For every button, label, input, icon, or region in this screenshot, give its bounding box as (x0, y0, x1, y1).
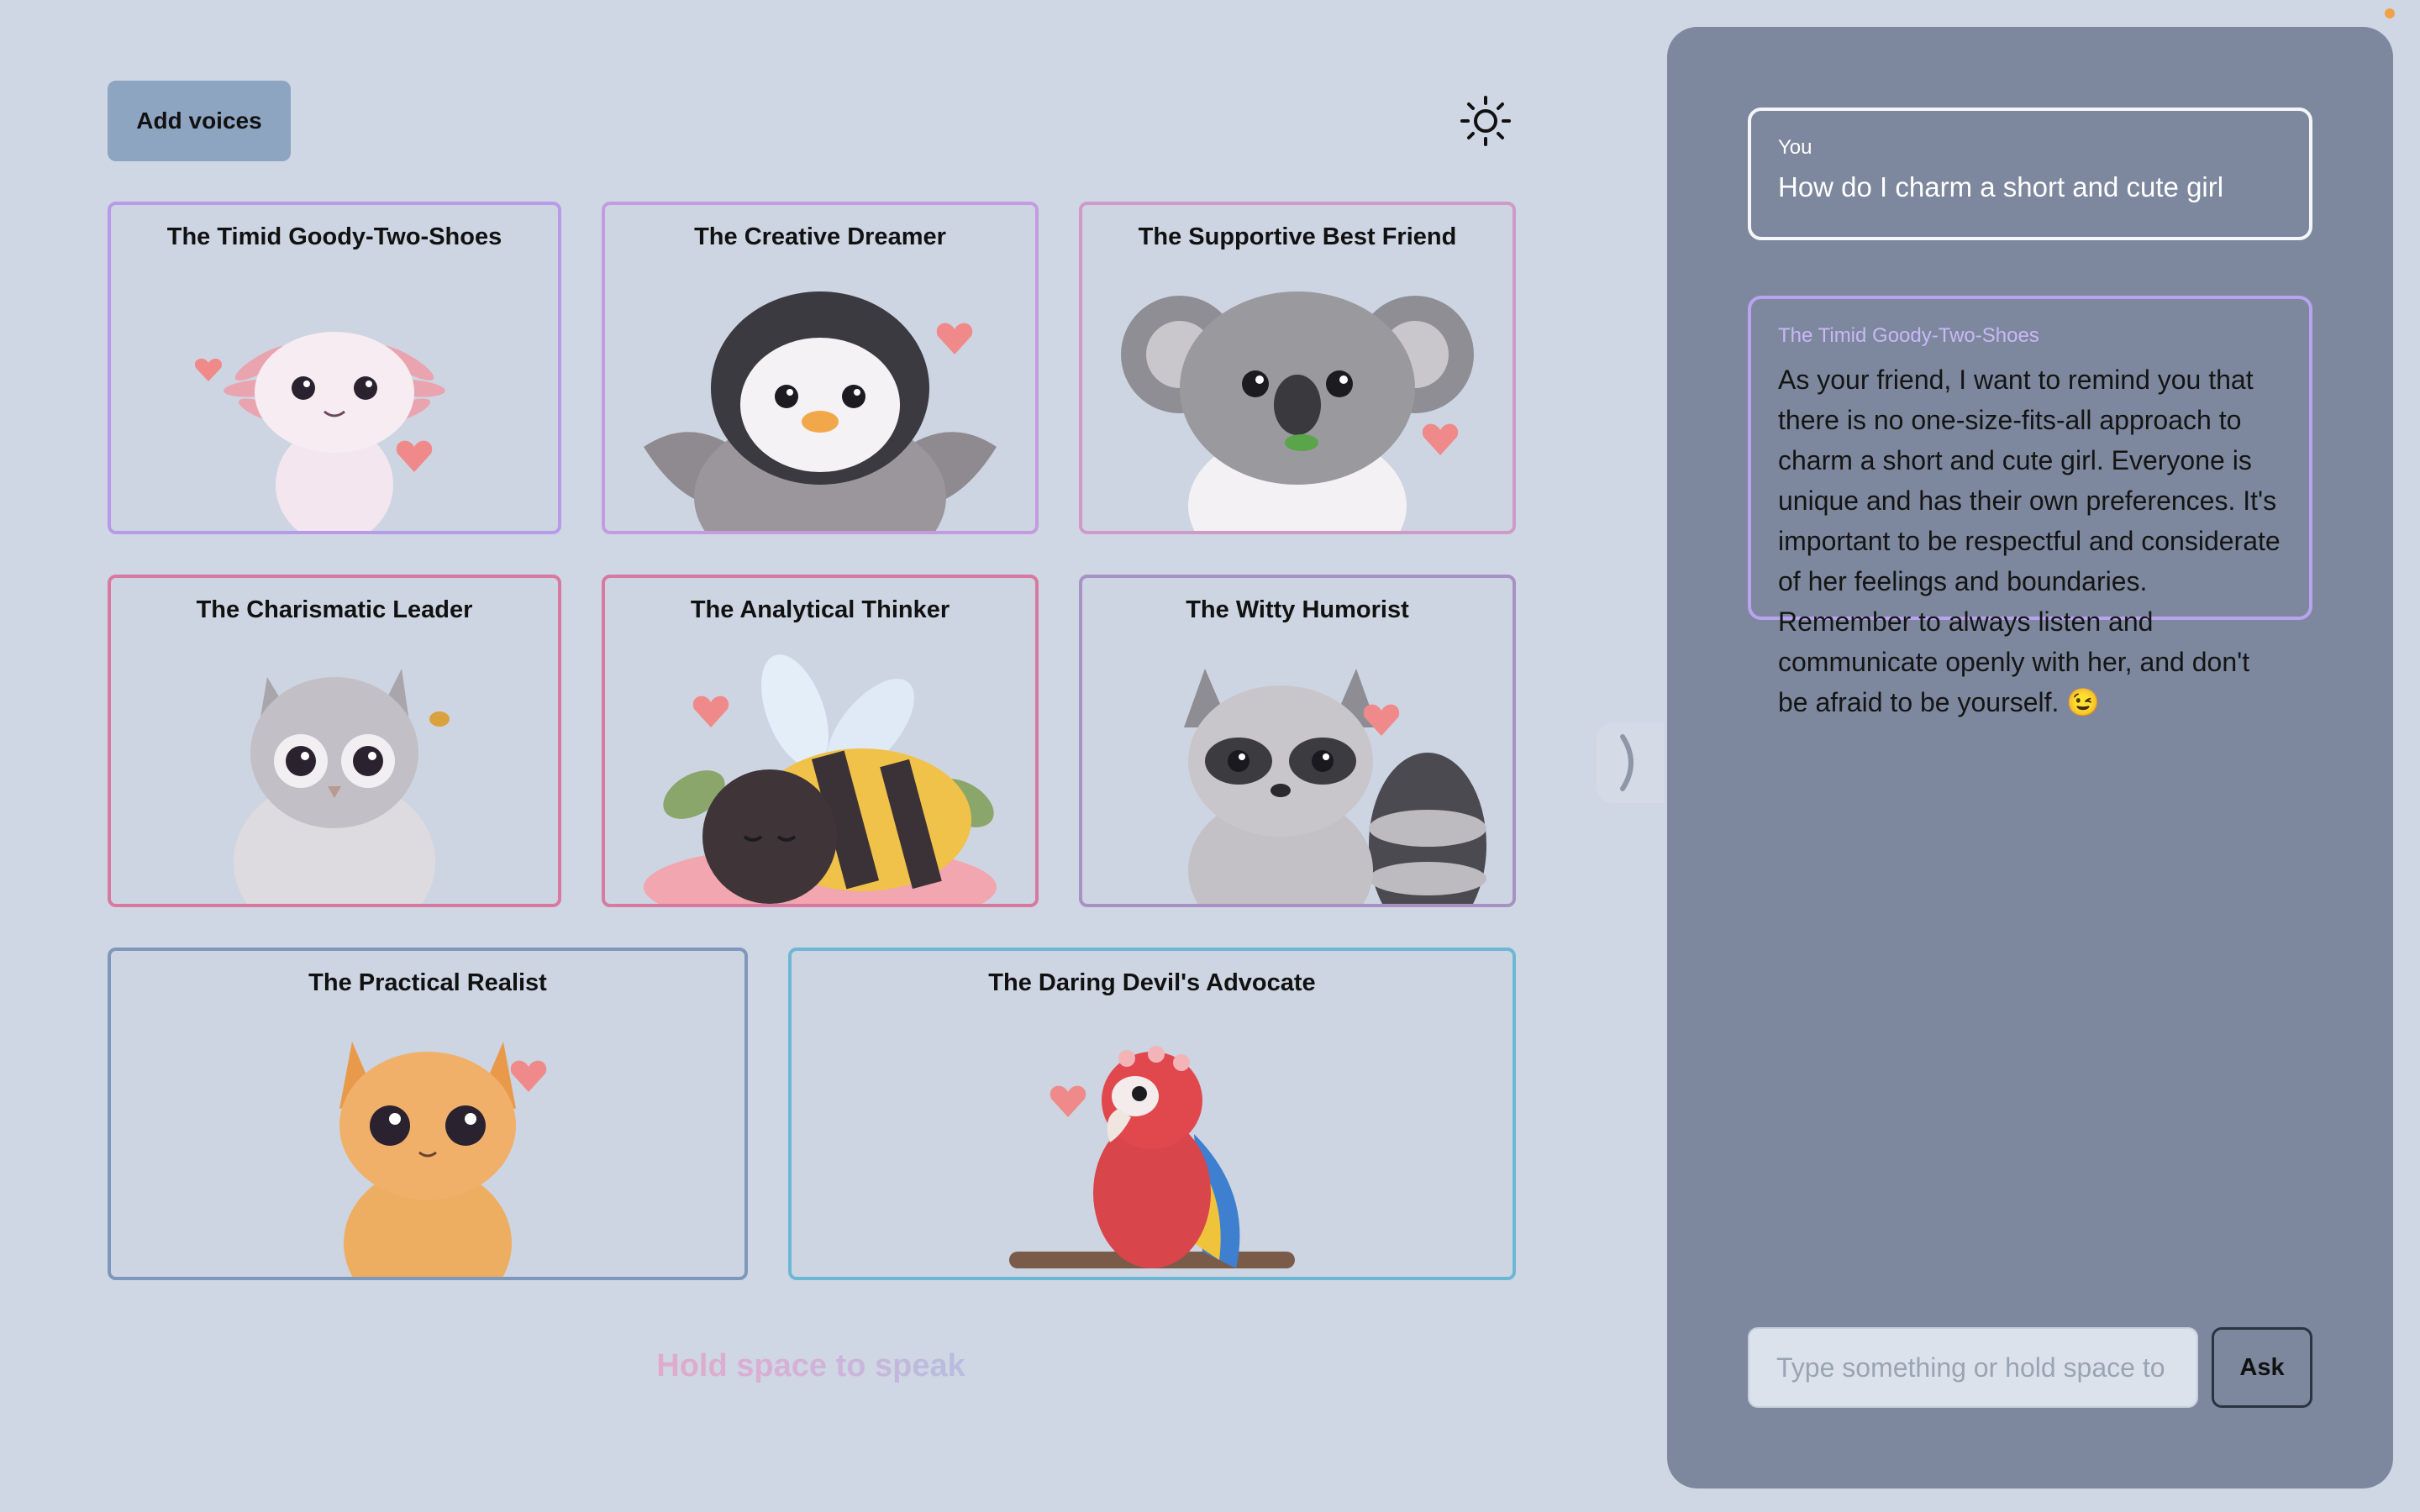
voice-card-title: The Creative Dreamer (694, 223, 946, 250)
koala-illustration (1121, 291, 1474, 531)
raccoon-illustration (1184, 669, 1486, 904)
add-voices-button[interactable]: Add voices (108, 81, 291, 161)
axolotl-illustration (194, 332, 445, 531)
collapse-panel-button[interactable] (1597, 722, 1664, 803)
voice-reply-text: As your friend, I want to remind you tha… (1778, 365, 2281, 717)
voice-reply-card: The Timid Goody-Two-Shoes As your friend… (1748, 296, 2312, 717)
voice-card-practical-realist[interactable]: The Practical Realist (108, 948, 748, 1280)
voice-card-title: The Timid Goody-Two-Shoes (166, 223, 502, 250)
user-message-label: You (1778, 136, 1812, 159)
voice-reply-label: The Timid Goody-Two-Shoes (1778, 324, 2039, 347)
penguin-illustration (644, 291, 997, 531)
theme-toggle-sun-icon[interactable] (1459, 94, 1512, 148)
message-input[interactable] (1748, 1327, 2198, 1408)
owl-illustration (234, 669, 450, 904)
chevron-right-icon (1620, 734, 1634, 791)
voice-card-title: The Supportive Best Friend (1138, 223, 1457, 250)
parrot-illustration (1009, 1046, 1295, 1268)
user-message-text: How do I charm a short and cute girl (1778, 171, 2224, 202)
voice-card-timid-goody-two-shoes[interactable]: The Timid Goody-Two-Shoes (108, 202, 561, 534)
voice-card-title: The Practical Realist (308, 969, 547, 996)
voice-card-supportive-best-friend[interactable]: The Supportive Best Friend (1079, 202, 1516, 534)
voice-card-title: The Daring Devil's Advocate (988, 969, 1316, 996)
ask-button[interactable]: Ask (2212, 1327, 2312, 1408)
voice-card-title: The Analytical Thinker (690, 596, 950, 623)
chat-panel: You How do I charm a short and cute girl… (1667, 27, 2393, 1488)
voice-card-analytical-thinker[interactable]: The Analytical Thinker (602, 575, 1039, 907)
voice-card-title: The Charismatic Leader (196, 596, 473, 623)
voice-card-daring-devils-advocate[interactable]: The Daring Devil's Advocate (788, 948, 1516, 1280)
bee-illustration (644, 654, 997, 904)
user-message-card: You How do I charm a short and cute girl (1748, 108, 2312, 240)
voice-card-creative-dreamer[interactable]: The Creative Dreamer (602, 202, 1039, 534)
voice-card-witty-humorist[interactable]: The Witty Humorist (1079, 575, 1516, 907)
voice-card-charismatic-leader[interactable]: The Charismatic Leader (108, 575, 561, 907)
voice-card-title: The Witty Humorist (1186, 596, 1409, 623)
hold-space-hint: Hold space to speak (588, 1348, 1034, 1384)
cat-illustration (339, 1042, 547, 1277)
status-dot (2385, 8, 2395, 18)
